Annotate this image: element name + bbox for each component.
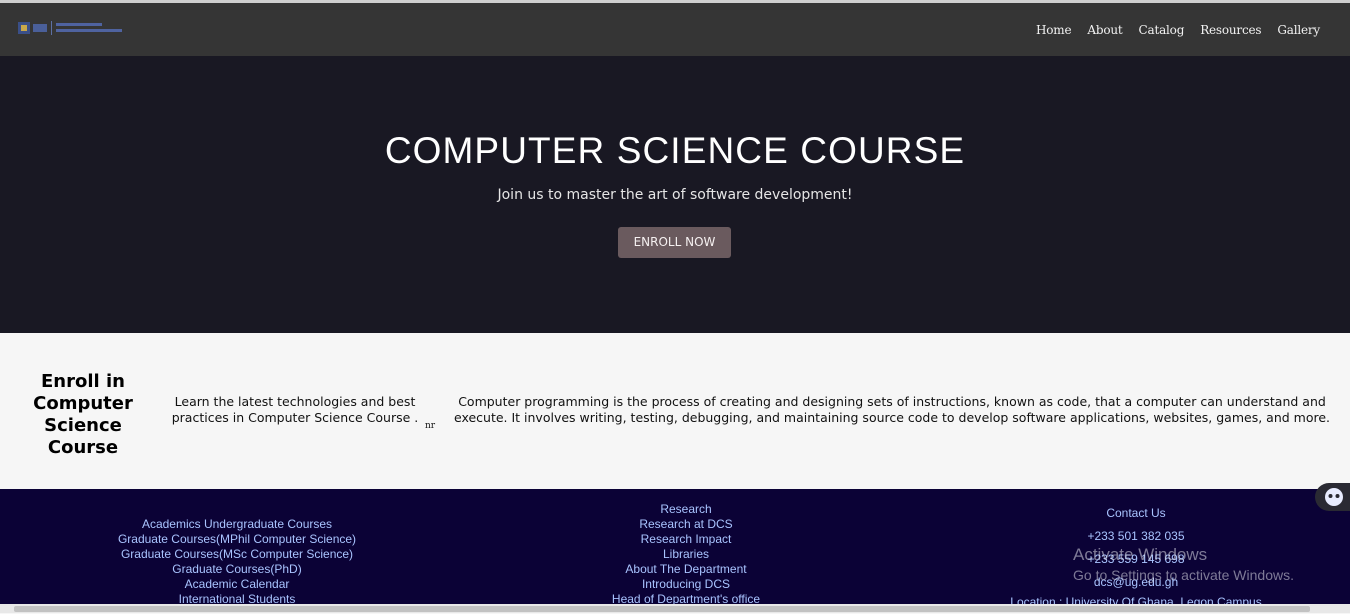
chatbot-icon	[1325, 488, 1343, 506]
activate-windows-watermark: Activate Windows Go to Settings to activ…	[1073, 545, 1294, 583]
nav-catalog[interactable]: Catalog	[1139, 23, 1185, 37]
enroll-section: Enroll in Computer Science Course Learn …	[0, 333, 1350, 489]
activate-windows-title: Activate Windows	[1073, 545, 1208, 564]
hero-subtitle: Join us to master the art of software de…	[497, 187, 853, 203]
footer-link-about-department[interactable]: About The Department	[560, 562, 812, 577]
nav-gallery[interactable]: Gallery	[1277, 23, 1320, 37]
footer-link-research-impact[interactable]: Research Impact	[560, 532, 812, 547]
footer-link-introducing-dcs[interactable]: Introducing DCS	[560, 577, 812, 592]
university-logo-icon[interactable]	[18, 20, 124, 36]
footer-link-mphil[interactable]: Graduate Courses(MPhil Computer Science)	[97, 532, 377, 547]
nav-home[interactable]: Home	[1036, 23, 1072, 37]
contact-heading: Contact Us	[1106, 506, 1166, 520]
stray-text: nr	[425, 421, 436, 431]
footer-link-research-dcs[interactable]: Research at DCS	[560, 517, 812, 532]
scrollbar-thumb[interactable]	[14, 606, 1310, 612]
chat-widget-button[interactable]	[1315, 483, 1350, 511]
footer-link-calendar[interactable]: Academic Calendar	[97, 577, 377, 592]
footer-academics-column: Academics Undergraduate Courses Graduate…	[97, 517, 377, 607]
hero-section: COMPUTER SCIENCE COURSE Join us to maste…	[0, 56, 1350, 333]
enroll-now-button[interactable]: ENROLL NOW	[618, 227, 731, 258]
nav-resources[interactable]: Resources	[1200, 23, 1261, 37]
enroll-heading: Enroll in Computer Science Course	[33, 371, 133, 458]
navbar: Home About Catalog Resources Gallery	[0, 3, 1350, 56]
footer-link-research[interactable]: Research	[560, 502, 812, 517]
nav-about[interactable]: About	[1087, 23, 1122, 37]
learn-text: Learn the latest technologies and best p…	[171, 394, 419, 425]
programming-description: Computer programming is the process of c…	[453, 394, 1331, 425]
main-nav: Home About Catalog Resources Gallery	[1020, 3, 1320, 56]
hero-title: COMPUTER SCIENCE COURSE	[384, 130, 966, 171]
footer-link-phd[interactable]: Graduate Courses(PhD)	[97, 562, 377, 577]
activate-windows-subtitle: Go to Settings to activate Windows.	[1073, 567, 1294, 583]
footer-link-msc[interactable]: Graduate Courses(MSc Computer Science)	[97, 547, 377, 562]
footer-link-undergraduate[interactable]: Academics Undergraduate Courses	[97, 517, 377, 532]
footer-research-column: Research Research at DCS Research Impact…	[560, 502, 812, 607]
footer-link-libraries[interactable]: Libraries	[560, 547, 812, 562]
